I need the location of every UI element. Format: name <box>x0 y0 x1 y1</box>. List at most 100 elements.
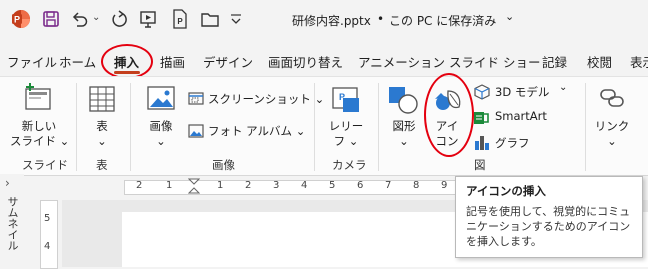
svg-text:P: P <box>339 92 345 102</box>
tooltip-body: 記号を使用して、視覚的にコミュニケーションするためのアイコンを挿入します。 <box>466 205 631 248</box>
title-bar: P ⌄ P 研修内容.pptx • この PC に保存済み ⌄ <box>0 0 648 44</box>
smartart-label: SmartArt <box>495 109 547 123</box>
3d-models-label: 3D モデル <box>495 85 550 99</box>
annotation-circle-icons-button <box>424 73 474 157</box>
group-divider <box>76 83 77 171</box>
title-separator: • <box>377 12 385 26</box>
tab-record[interactable]: 記録 <box>542 52 567 71</box>
save-icon[interactable] <box>42 10 60 28</box>
folder-icon[interactable] <box>200 10 220 28</box>
tab-review[interactable]: 校閲 <box>587 52 612 71</box>
tab-slideshow[interactable]: スライド ショー <box>449 52 540 71</box>
tab-view[interactable]: 表示 <box>630 52 648 71</box>
ruler-tick-label: 7 <box>385 180 392 191</box>
group-label-slides: スライド <box>22 158 68 172</box>
qat-more-icon[interactable] <box>228 12 244 26</box>
redo-icon[interactable] <box>110 9 128 29</box>
link-icon <box>600 89 624 107</box>
thumbnail-label: サムネイル <box>6 196 19 251</box>
group-divider <box>378 83 379 171</box>
chart-label: グラフ <box>495 136 530 150</box>
link-label: リンク <box>594 119 630 133</box>
save-location-caret[interactable]: ⌄ <box>505 10 514 23</box>
table-label: 表 <box>96 119 108 133</box>
vruler-tick-label: 5 <box>44 213 51 224</box>
tab-file[interactable]: ファイル <box>7 52 57 71</box>
smartart-icon <box>474 112 489 124</box>
tab-transitions[interactable]: 画面切り替え <box>268 52 343 71</box>
table-button[interactable]: 表 ⌄ <box>80 79 124 153</box>
tab-draw[interactable]: 描画 <box>160 52 185 71</box>
images-label: 画像 <box>149 119 173 133</box>
ribbon-tabs: ファイル ホーム 挿入 描画 デザイン 画面切り替え アニメーション スライド … <box>0 44 648 79</box>
smartart-button[interactable]: SmartArt <box>473 108 563 128</box>
new-slide-label-2: スライド ⌄ <box>10 134 70 148</box>
expand-thumbnail-icon[interactable]: › <box>5 176 10 190</box>
shapes-label: 図形 <box>392 119 416 133</box>
annotation-circle-insert-tab <box>101 44 153 79</box>
screenshot-icon <box>188 92 204 105</box>
ruler-tick-label: 8 <box>413 180 420 191</box>
cube-icon <box>474 84 490 100</box>
3d-models-caret: ⌄ <box>559 82 568 93</box>
screenshot-button[interactable]: スクリーンショット ⌄ <box>188 89 324 109</box>
svg-text:P: P <box>14 15 20 25</box>
thumbnail-pane[interactable]: › サムネイル <box>0 174 24 267</box>
shapes-icon <box>389 87 418 114</box>
svg-text:P: P <box>177 17 183 26</box>
group-label-camera: カメラ <box>332 158 367 172</box>
ruler-tick-label: 9 <box>441 180 448 191</box>
group-divider <box>130 83 131 171</box>
shapes-button[interactable]: 図形 ⌄ <box>383 79 425 153</box>
vruler-tick-label: 4 <box>44 241 51 252</box>
file-name: 研修内容.pptx <box>292 14 371 28</box>
table-icon <box>89 86 115 112</box>
cameo-label-1: レリー <box>328 119 364 133</box>
group-label-images: 画像 <box>212 158 235 172</box>
undo-dropdown-icon[interactable]: ⌄ <box>92 12 100 23</box>
new-slide-button[interactable]: 新しい スライド ⌄ <box>10 79 70 153</box>
chart-button[interactable]: グラフ <box>473 133 543 153</box>
pdf-icon[interactable]: P <box>172 9 188 29</box>
table-dropdown-caret: ⌄ <box>97 134 107 148</box>
tab-animations[interactable]: アニメーション <box>358 52 445 71</box>
powerpoint-logo: P <box>12 10 30 28</box>
photo-album-button[interactable]: フォト アルバム ⌄ <box>188 121 308 141</box>
shapes-dropdown-caret: ⌄ <box>399 134 409 148</box>
3d-models-button[interactable]: 3D モデル ⌄ <box>473 82 583 103</box>
photo-album-label: フォト アルバム ⌄ <box>208 124 306 138</box>
images-dropdown-caret: ⌄ <box>156 134 166 148</box>
images-button[interactable]: 画像 ⌄ <box>136 79 186 153</box>
ribbon: 新しい スライド ⌄ スライド 表 ⌄ 表 画像 ⌄ スクリーンショット ⌄ フ… <box>0 73 648 176</box>
group-divider <box>314 83 315 171</box>
link-dropdown-caret: ⌄ <box>607 134 617 148</box>
indent-marker-icon[interactable] <box>188 178 200 196</box>
ruler-tick-label: 6 <box>357 180 364 191</box>
cameo-button[interactable]: P レリー フ ⌄ <box>320 79 372 153</box>
icons-tooltip: アイコンの挿入 記号を使用して、視覚的にコミュニケーションするためのアイコンを挿… <box>455 176 643 258</box>
ruler-tick-label: 4 <box>301 180 308 191</box>
save-location[interactable]: この PC に保存済み <box>389 12 496 29</box>
screenshot-label: スクリーンショット ⌄ <box>208 92 325 106</box>
link-button[interactable]: リンク ⌄ <box>590 79 634 153</box>
ruler-tick-label: 5 <box>329 180 336 191</box>
tab-design[interactable]: デザイン <box>203 52 253 71</box>
group-divider <box>585 83 586 171</box>
ruler-tick-label: 3 <box>273 180 280 191</box>
tooltip-title: アイコンの挿入 <box>466 184 546 198</box>
chart-icon <box>475 136 489 150</box>
ruler-tick-label: 2 <box>136 180 143 191</box>
tab-home[interactable]: ホーム <box>59 52 96 71</box>
new-slide-label-1: 新しい <box>21 119 57 133</box>
ruler-tick-label: 2 <box>245 180 252 191</box>
undo-icon[interactable] <box>70 10 90 28</box>
group-label-illustrations: 図 <box>474 158 486 172</box>
group-label-table: 表 <box>96 158 108 172</box>
vertical-ruler: 5 4 <box>40 200 58 269</box>
ruler-tick-label: 1 <box>217 180 224 191</box>
present-icon[interactable] <box>139 9 157 29</box>
cameo-icon: P <box>332 87 359 112</box>
image-icon <box>147 86 175 110</box>
new-slide-icon <box>25 83 51 110</box>
photo-album-icon <box>188 124 204 138</box>
